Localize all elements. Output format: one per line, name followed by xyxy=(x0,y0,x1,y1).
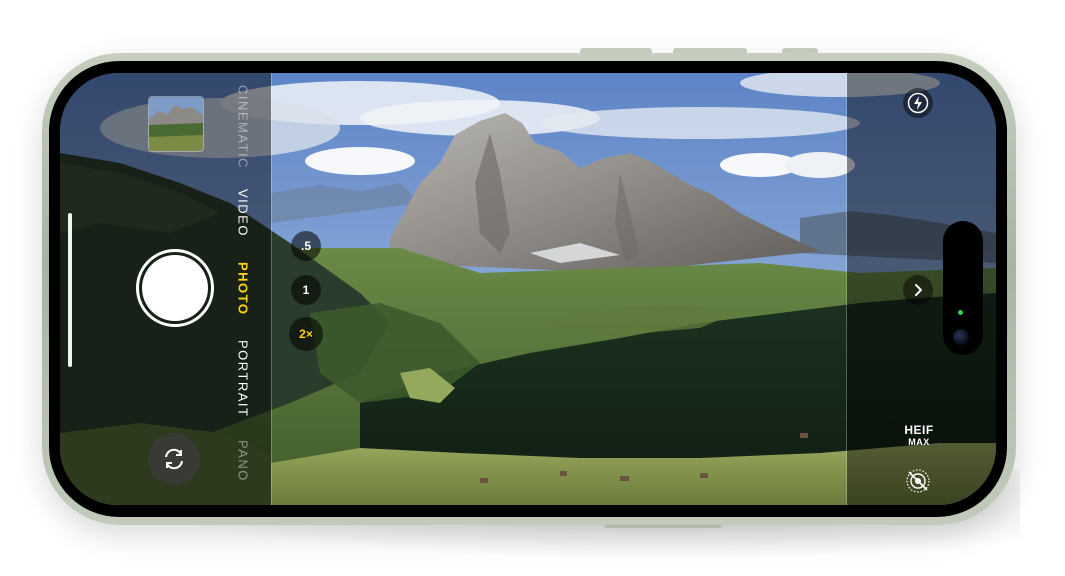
live-photo-off-icon xyxy=(906,469,930,493)
front-camera-lens xyxy=(953,329,969,345)
mode-portrait[interactable]: PORTRAIT xyxy=(228,339,258,419)
format-sub-label: MAX xyxy=(908,437,930,447)
mode-selector[interactable]: CINEMATIC VIDEO PHOTO PORTRAIT PANO xyxy=(228,73,258,505)
more-controls-button[interactable] xyxy=(903,275,933,305)
photo-frame xyxy=(271,73,847,505)
zoom-2-button[interactable]: 2× xyxy=(289,317,323,351)
zoom-0-5-button[interactable]: .5 xyxy=(291,231,321,261)
camera-flip-icon xyxy=(165,448,183,470)
chevron-right-icon xyxy=(915,284,922,296)
flash-button[interactable] xyxy=(903,88,933,118)
flash-icon xyxy=(907,92,929,114)
format-toggle[interactable]: HEIF MAX xyxy=(898,423,940,448)
mode-pano[interactable]: PANO xyxy=(228,437,258,485)
live-photo-button[interactable] xyxy=(903,466,933,496)
thumbnail-image xyxy=(149,97,203,151)
camera-in-use-indicator xyxy=(958,310,963,315)
mode-photo[interactable]: PHOTO xyxy=(228,259,258,319)
last-photo-thumbnail[interactable] xyxy=(148,96,204,152)
mode-video[interactable]: VIDEO xyxy=(228,185,258,241)
mode-cinematic[interactable]: CINEMATIC xyxy=(228,85,258,169)
zoom-slider[interactable] xyxy=(68,213,72,367)
zoom-1-button[interactable]: 1 xyxy=(291,275,321,305)
format-label: HEIF xyxy=(904,423,934,437)
shutter-core xyxy=(142,255,208,321)
shutter-button[interactable] xyxy=(136,249,214,327)
camera-screen: CINEMATIC VIDEO PHOTO PORTRAIT PANO .5 1… xyxy=(60,73,996,505)
camera-flip-button[interactable] xyxy=(148,433,200,485)
